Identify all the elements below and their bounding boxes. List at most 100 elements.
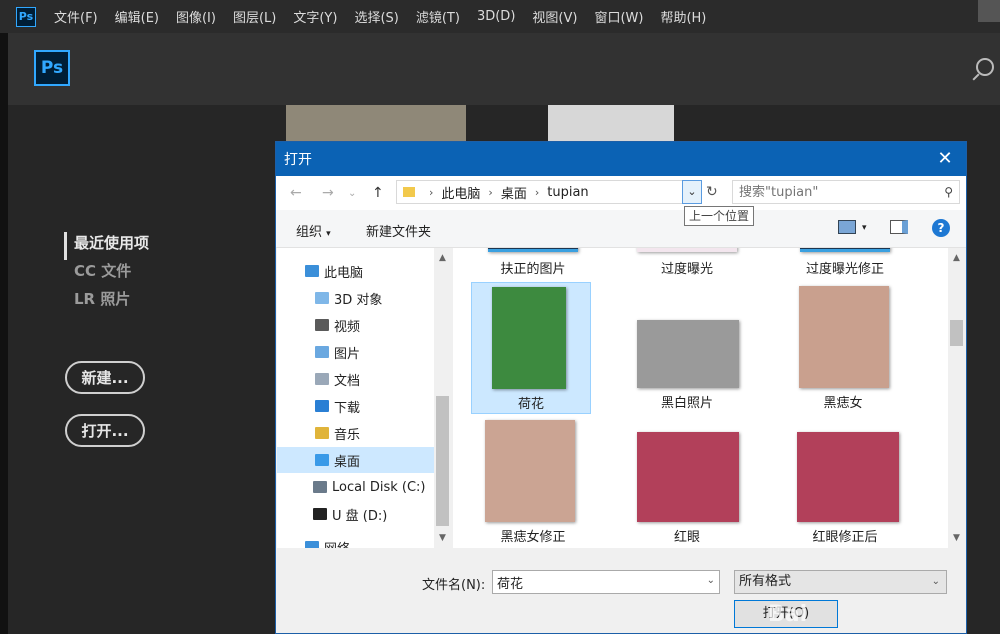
- file-thumbnail: [492, 287, 566, 389]
- filename-field[interactable]: ⌄: [492, 570, 720, 594]
- menu-type[interactable]: 文字(Y): [293, 7, 337, 26]
- file-type-value: 所有格式: [739, 574, 792, 589]
- menu-file[interactable]: 文件(F): [54, 7, 98, 26]
- help-icon[interactable]: ?: [932, 219, 950, 237]
- file-tile[interactable]: 扶正的图片: [473, 248, 593, 278]
- search-icon[interactable]: [976, 58, 994, 76]
- open-button[interactable]: 打开...: [65, 414, 145, 447]
- dialog-title: 打开: [284, 152, 312, 168]
- new-folder-button[interactable]: 新建文件夹: [366, 221, 431, 240]
- file-name: 荷花: [517, 397, 544, 412]
- tree-item-label: 音乐: [334, 427, 361, 443]
- window-minimize-button[interactable]: [978, 0, 1000, 22]
- chevron-down-icon[interactable]: ⌄: [707, 575, 715, 586]
- file-tile[interactable]: 红眼: [627, 416, 747, 548]
- 3d-objects-icon: [315, 292, 329, 304]
- menu-select[interactable]: 选择(S): [354, 7, 398, 26]
- search-icon: ⚲: [944, 185, 953, 199]
- scroll-up-icon[interactable]: ▲: [948, 250, 965, 266]
- breadcrumb-tupian[interactable]: tupian: [547, 185, 588, 200]
- breadcrumb-desktop[interactable]: 桌面: [501, 183, 527, 202]
- file-name: 红眼修正后: [812, 530, 878, 545]
- address-dropdown-button[interactable]: ⌄: [682, 180, 702, 204]
- network-icon: [305, 541, 319, 548]
- tree-item-network[interactable]: 网络: [277, 534, 434, 548]
- tree-item-this-pc[interactable]: 此电脑: [277, 258, 434, 284]
- tree-item-label: 此电脑: [324, 265, 364, 281]
- menu-layer[interactable]: 图层(L): [233, 7, 276, 26]
- recent-file-thumbnail[interactable]: [548, 105, 674, 141]
- scroll-thumb[interactable]: [436, 396, 449, 526]
- menu-edit[interactable]: 编辑(E): [115, 7, 159, 26]
- scroll-down-icon[interactable]: ▼: [434, 530, 451, 546]
- tree-item-documents[interactable]: 文档: [277, 366, 434, 392]
- organize-button[interactable]: 组织 ▾: [296, 221, 331, 240]
- tree-item-label: 文档: [334, 373, 361, 389]
- file-name: 红眼: [673, 530, 700, 545]
- file-thumbnail: [485, 420, 575, 522]
- tree-item-videos[interactable]: 视频: [277, 312, 434, 338]
- tree-item-pictures[interactable]: 图片: [277, 339, 434, 365]
- menu-window[interactable]: 窗口(W): [594, 7, 643, 26]
- recent-file-thumbnail[interactable]: [286, 105, 466, 141]
- tree-item-desktop[interactable]: 桌面: [277, 447, 434, 473]
- breadcrumb-this-pc[interactable]: 此电脑: [441, 183, 480, 202]
- search-box[interactable]: ⚲: [732, 180, 960, 204]
- search-input[interactable]: [733, 181, 933, 203]
- file-name: 黑痣女修正: [500, 530, 566, 545]
- file-tile[interactable]: 红眼修正后: [785, 416, 905, 548]
- tree-item-downloads[interactable]: 下载: [277, 393, 434, 419]
- tree-item-local-disk[interactable]: Local Disk (C:): [277, 474, 434, 500]
- menubar: Ps 文件(F) 编辑(E) 图像(I) 图层(L) 文字(Y) 选择(S) 滤…: [0, 0, 1000, 33]
- tree-scrollbar[interactable]: ▲ ▼: [434, 248, 451, 548]
- nav-lr-photos[interactable]: LR 照片: [64, 288, 149, 316]
- file-tile[interactable]: 荷花: [471, 282, 591, 414]
- left-edge: [0, 33, 8, 634]
- file-tile[interactable]: 过度曝光: [627, 248, 747, 278]
- address-row: ← → ⌄ ↑ › 此电脑 › 桌面 › tupian ⌄ ↻ ⚲: [276, 176, 966, 210]
- file-list-scrollbar[interactable]: ▲ ▼: [948, 248, 966, 548]
- tree-item-usb-drive[interactable]: U 盘 (D:): [277, 501, 434, 527]
- chevron-down-icon[interactable]: ▾: [862, 223, 867, 233]
- menu-filter[interactable]: 滤镜(T): [416, 7, 460, 26]
- menu-view[interactable]: 视图(V): [532, 7, 577, 26]
- ps-header: [8, 33, 1000, 105]
- file-type-select[interactable]: 所有格式 ⌄: [734, 570, 947, 594]
- scroll-up-icon[interactable]: ▲: [434, 250, 451, 266]
- recent-locations-chevron-icon[interactable]: ⌄: [348, 188, 356, 199]
- documents-icon: [315, 373, 329, 385]
- refresh-icon[interactable]: ↻: [706, 184, 718, 200]
- menu-help[interactable]: 帮助(H): [660, 7, 706, 26]
- scroll-thumb[interactable]: [950, 320, 963, 346]
- tree-item-3d-objects[interactable]: 3D 对象: [277, 285, 434, 311]
- music-icon: [315, 427, 329, 439]
- tree-item-music[interactable]: 音乐: [277, 420, 434, 446]
- nav-cc-files[interactable]: CC 文件: [64, 260, 149, 288]
- menu-image[interactable]: 图像(I): [176, 7, 216, 26]
- file-tile[interactable]: 黑痣女: [783, 282, 903, 414]
- photoshop-logo: Ps: [34, 50, 70, 86]
- close-icon[interactable]: ✕: [934, 148, 956, 170]
- menu-3d[interactable]: 3D(D): [477, 9, 515, 24]
- new-button[interactable]: 新建...: [65, 361, 145, 394]
- view-options-icon[interactable]: [838, 220, 856, 234]
- address-bar[interactable]: › 此电脑 › 桌面 › tupian: [396, 180, 698, 204]
- chevron-right-icon: ›: [534, 185, 540, 199]
- file-tile[interactable]: 过度曝光修正: [785, 248, 905, 278]
- file-tile[interactable]: 黑痣女修正: [473, 416, 593, 548]
- file-thumbnail: [797, 432, 899, 522]
- back-arrow-icon[interactable]: ←: [290, 185, 302, 201]
- chevron-right-icon: ›: [429, 185, 434, 199]
- tree-item-label: Local Disk (C:): [332, 479, 426, 495]
- nav-recent[interactable]: 最近使用项: [64, 232, 149, 260]
- tree-item-label: 下载: [334, 400, 361, 416]
- file-tile[interactable]: 黑白照片: [627, 282, 747, 414]
- tooltip: 上一个位置: [684, 206, 755, 226]
- forward-arrow-icon[interactable]: →: [322, 185, 334, 201]
- up-arrow-icon[interactable]: ↑: [372, 185, 384, 201]
- preview-pane-icon[interactable]: [890, 220, 908, 234]
- file-thumbnail: [800, 248, 890, 252]
- file-thumbnail: [488, 248, 578, 252]
- scroll-down-icon[interactable]: ▼: [948, 530, 965, 546]
- filename-input[interactable]: [493, 571, 693, 593]
